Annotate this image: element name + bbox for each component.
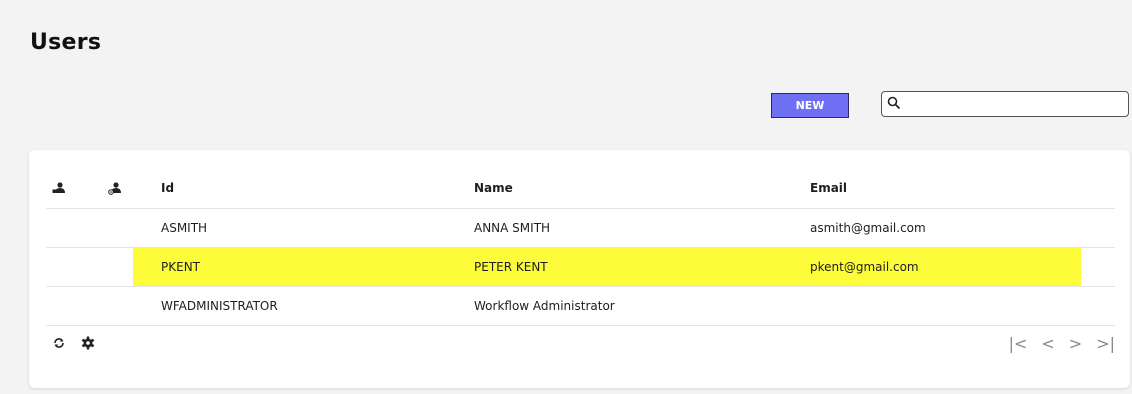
table-row-selected[interactable]: PKENT PETER KENT pkent@gmail.com [46, 248, 1115, 287]
column-header-email[interactable]: Email [810, 168, 847, 208]
search-box[interactable] [881, 91, 1129, 117]
cell-name: PETER KENT [474, 260, 548, 274]
users-table: Id Name Email ASMITH ANNA SMITH asmith@g… [46, 168, 1115, 326]
page-title: Users [30, 30, 102, 55]
cell-email: pkent@gmail.com [810, 260, 919, 274]
new-button[interactable]: NEW [771, 93, 849, 118]
cell-id: WFADMINISTRATOR [161, 299, 278, 313]
cell-id: PKENT [161, 260, 200, 274]
search-icon [887, 95, 901, 114]
user-admin-icon[interactable] [52, 168, 72, 208]
prev-page-button[interactable]: < [1041, 334, 1054, 353]
user-settings-icon[interactable] [108, 168, 128, 208]
next-page-button[interactable]: > [1069, 334, 1082, 353]
table-row[interactable]: ASMITH ANNA SMITH asmith@gmail.com [46, 209, 1115, 248]
cell-email: asmith@gmail.com [810, 221, 926, 235]
cell-name: ANNA SMITH [474, 221, 551, 235]
table-row[interactable]: WFADMINISTRATOR Workflow Administrator [46, 287, 1115, 326]
cell-name: Workflow Administrator [474, 299, 615, 313]
last-page-button[interactable]: >| [1096, 334, 1115, 353]
row-highlight [133, 248, 1081, 286]
column-header-name[interactable]: Name [474, 168, 513, 208]
first-page-button[interactable]: |< [1009, 334, 1028, 353]
pagination: |< < > >| [1009, 334, 1115, 353]
table-footer: |< < > >| [46, 330, 1115, 358]
column-header-id[interactable]: Id [161, 168, 174, 208]
cell-id: ASMITH [161, 221, 208, 235]
gear-icon[interactable] [81, 335, 95, 354]
users-table-card: Id Name Email ASMITH ANNA SMITH asmith@g… [29, 150, 1130, 388]
refresh-icon[interactable] [52, 335, 66, 354]
table-header: Id Name Email [46, 168, 1115, 209]
search-input[interactable] [905, 93, 1128, 115]
